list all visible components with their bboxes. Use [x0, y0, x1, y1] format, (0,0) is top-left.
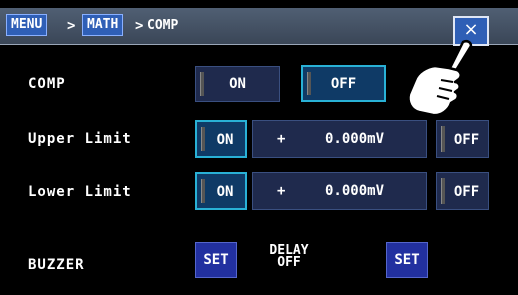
buzzer-set-label: SET [203, 252, 229, 268]
lower-limit-sign: + [277, 183, 286, 199]
comp-on-button[interactable]: ON [195, 66, 280, 102]
upper-limit-value: 0.000mV [325, 131, 385, 147]
lower-limit-on-button[interactable]: ON [195, 172, 247, 210]
upper-limit-value-field[interactable]: + 0.000mV [252, 120, 427, 158]
breadcrumb-separator: > [67, 18, 76, 34]
comp-on-label: ON [229, 76, 246, 92]
upper-limit-on-button[interactable]: ON [195, 120, 247, 158]
lower-limit-label: Lower Limit [28, 184, 132, 200]
upper-limit-label: Upper Limit [28, 131, 132, 147]
upper-limit-off-label: OFF [453, 132, 480, 148]
lower-limit-value: 0.000mV [325, 183, 385, 199]
pointing-hand-icon [407, 39, 473, 117]
delay-value: OFF [277, 255, 301, 270]
buzzer-set-button[interactable]: SET [195, 242, 237, 278]
lower-limit-off-label: OFF [453, 184, 480, 200]
delay-set-label: SET [394, 252, 420, 268]
lower-limit-on-label: ON [216, 184, 234, 200]
delay-status: DELAY OFF [259, 244, 319, 270]
delay-set-button[interactable]: SET [386, 242, 428, 278]
screen: MENU > MATH > COMP × COMP ON OFF Upper L… [0, 0, 518, 295]
breadcrumb-current: COMP [147, 18, 179, 33]
comp-off-label: OFF [330, 76, 357, 92]
upper-limit-off-button[interactable]: OFF [436, 120, 489, 158]
breadcrumb-menu[interactable]: MENU [6, 14, 48, 36]
upper-limit-sign: + [277, 131, 286, 147]
close-icon: × [463, 19, 479, 40]
upper-limit-on-label: ON [216, 132, 234, 148]
breadcrumb-math[interactable]: MATH [82, 14, 124, 36]
comp-off-button[interactable]: OFF [301, 65, 386, 102]
comp-label: COMP [28, 76, 66, 92]
breadcrumb-separator: > [135, 18, 144, 34]
buzzer-label: BUZZER [28, 257, 85, 273]
lower-limit-value-field[interactable]: + 0.000mV [252, 172, 427, 210]
lower-limit-off-button[interactable]: OFF [436, 172, 489, 210]
